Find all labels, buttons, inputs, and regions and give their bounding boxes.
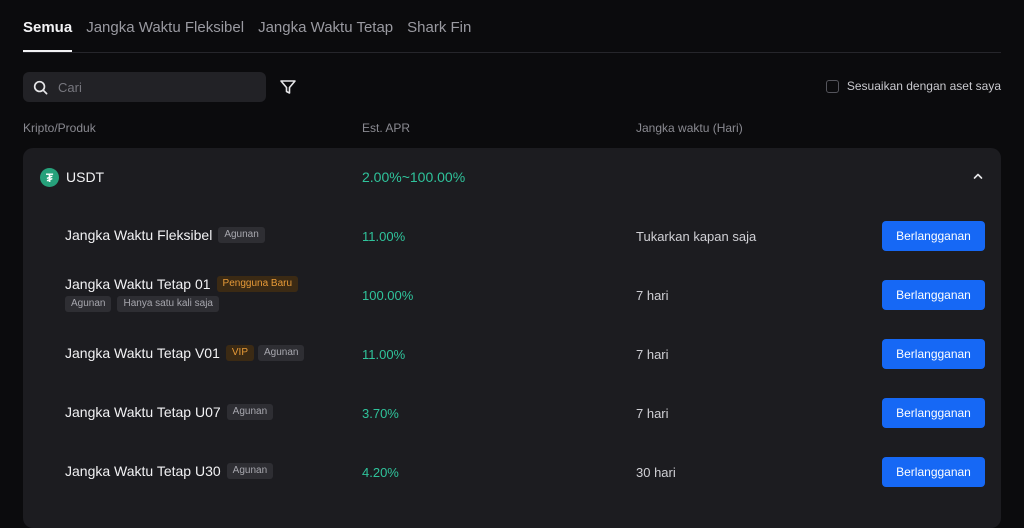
- product-title: Jangka Waktu Tetap U30 Agunan: [65, 463, 274, 479]
- product-name: Jangka Waktu Tetap 01: [65, 276, 211, 292]
- tag-agunan: Agunan: [258, 345, 305, 361]
- tag-hanya-satu-kali: Hanya satu kali saja: [117, 296, 219, 312]
- tag-agunan: Agunan: [218, 227, 265, 243]
- product-row: Jangka Waktu Tetap U30 Agunan 4.20% 30 h…: [23, 443, 1001, 501]
- tag-vip: VIP: [225, 345, 254, 361]
- tab-jangka-waktu-tetap[interactable]: Jangka Waktu Tetap: [258, 0, 393, 36]
- product-term: Tukarkan kapan saja: [636, 229, 757, 244]
- usdt-logo-icon: ₮: [40, 168, 59, 187]
- product-title: Jangka Waktu Tetap 01 Pengguna Baru: [65, 276, 299, 292]
- coin-apr-range: 2.00%~100.00%: [362, 169, 466, 185]
- match-assets-checkbox[interactable]: [825, 79, 839, 93]
- subscribe-button[interactable]: Berlangganan: [882, 339, 985, 369]
- tab-semua[interactable]: Semua: [23, 0, 73, 52]
- product-name: Jangka Waktu Tetap U07: [65, 404, 221, 420]
- product-name: Jangka Waktu Fleksibel: [65, 227, 213, 243]
- product-apr: 100.00%: [362, 288, 414, 303]
- product-title: Jangka Waktu Tetap U07 Agunan: [65, 404, 274, 420]
- tag-agunan: Agunan: [226, 463, 274, 479]
- search-icon: [33, 80, 48, 94]
- subscribe-button[interactable]: Berlangganan: [882, 280, 985, 310]
- tab-bar: Semua Jangka Waktu Fleksibel Jangka Wakt…: [23, 0, 1001, 53]
- product-term: 30 hari: [636, 465, 676, 480]
- subscribe-button[interactable]: Berlangganan: [882, 221, 985, 251]
- search-box[interactable]: [23, 72, 266, 102]
- subscribe-button[interactable]: Berlangganan: [882, 457, 985, 487]
- column-header-term: Jangka waktu (Hari): [636, 121, 743, 135]
- product-row: Jangka Waktu Tetap 01 Pengguna Baru Agun…: [23, 266, 1001, 324]
- filter-icon[interactable]: [279, 78, 297, 96]
- coin-name: USDT: [66, 169, 105, 185]
- product-title: Jangka Waktu Fleksibel Agunan: [65, 227, 265, 243]
- product-apr: 3.70%: [362, 406, 399, 421]
- product-row: Jangka Waktu Fleksibel Agunan 11.00% Tuk…: [23, 207, 1001, 265]
- column-header-apr: Est. APR: [362, 121, 411, 135]
- product-term: 7 hari: [636, 288, 669, 303]
- tab-jangka-waktu-fleksibel[interactable]: Jangka Waktu Fleksibel: [86, 0, 244, 36]
- chevron-up-icon[interactable]: [971, 169, 985, 183]
- coin-header-row[interactable]: ₮ USDT 2.00%~100.00%: [23, 148, 1001, 206]
- product-term: 7 hari: [636, 406, 669, 421]
- tag-agunan: Agunan: [226, 404, 274, 420]
- product-row: Jangka Waktu Tetap V01 VIP Agunan 11.00%…: [23, 325, 1001, 383]
- product-sub-tags: Agunan Hanya satu kali saja: [65, 296, 219, 312]
- match-assets-label: Sesuaikan dengan aset saya: [846, 79, 1001, 93]
- tag-agunan: Agunan: [65, 296, 112, 312]
- product-row: Jangka Waktu Tetap U07 Agunan 3.70% 7 ha…: [23, 384, 1001, 442]
- column-header-product: Kripto/Produk: [23, 121, 96, 135]
- product-term: 7 hari: [636, 347, 669, 362]
- subscribe-button[interactable]: Berlangganan: [882, 398, 985, 428]
- tab-shark-fin[interactable]: Shark Fin: [407, 0, 471, 36]
- product-apr: 11.00%: [362, 229, 406, 244]
- product-apr: 4.20%: [362, 465, 399, 480]
- coin-panel-usdt: ₮ USDT 2.00%~100.00% Jangka Waktu Fleksi…: [23, 148, 1001, 528]
- product-name: Jangka Waktu Tetap V01: [65, 345, 220, 361]
- product-title: Jangka Waktu Tetap V01 VIP Agunan: [65, 345, 305, 361]
- tag-pengguna-baru: Pengguna Baru: [216, 276, 299, 292]
- product-name: Jangka Waktu Tetap U30: [65, 463, 221, 479]
- search-input[interactable]: [56, 78, 250, 96]
- match-assets-toggle[interactable]: Sesuaikan dengan aset saya: [825, 79, 1001, 93]
- product-apr: 11.00%: [362, 347, 406, 362]
